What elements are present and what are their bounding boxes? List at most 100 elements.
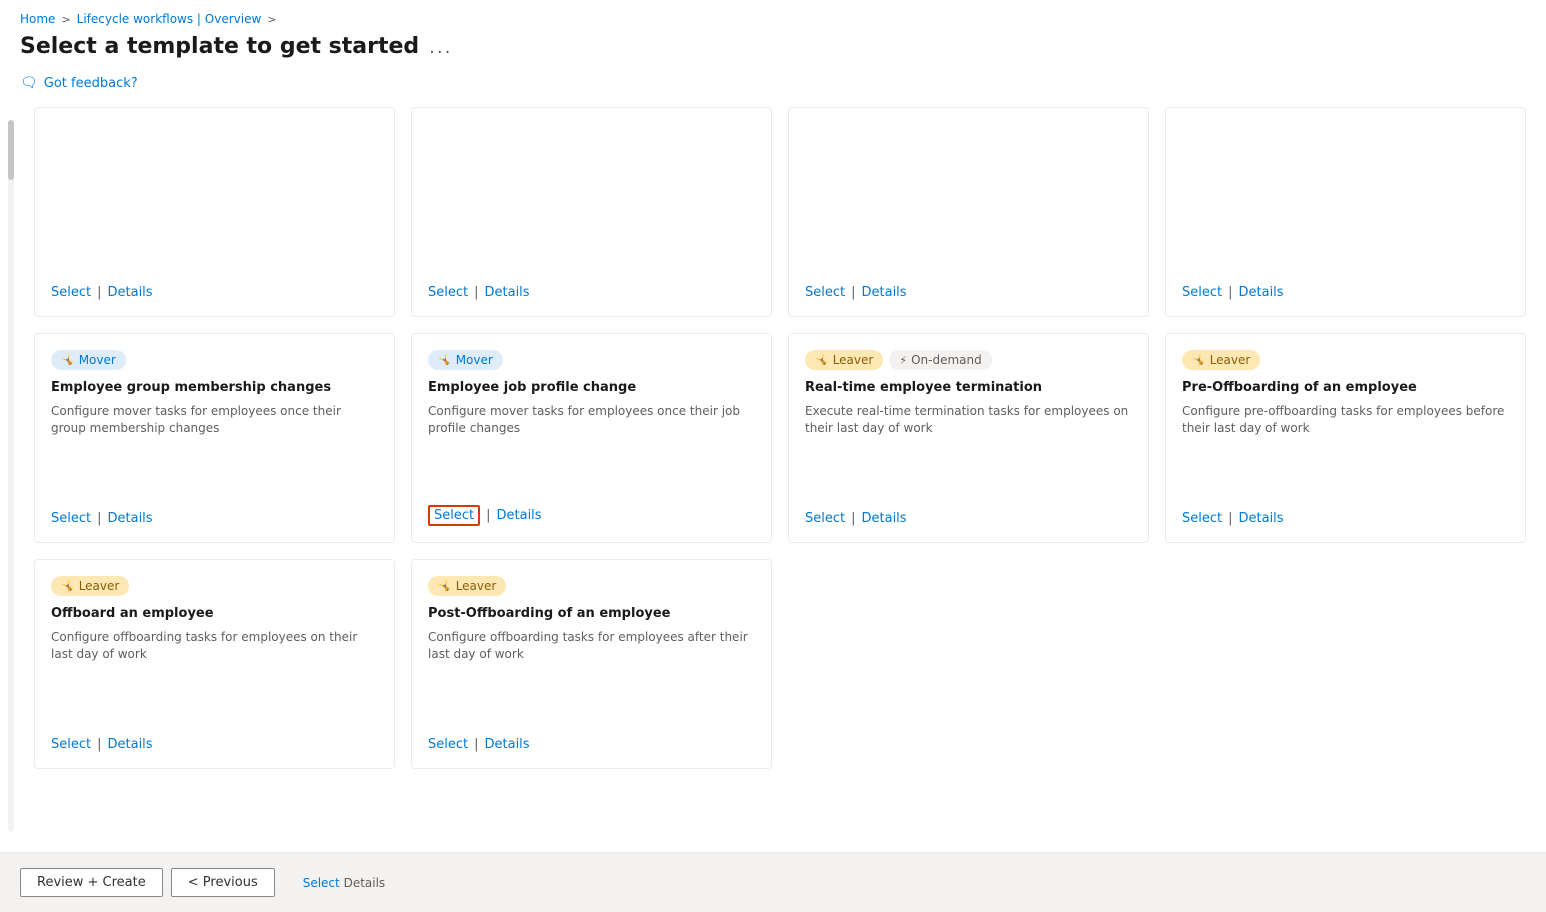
leaver-icon-9: 🤸 bbox=[61, 580, 75, 593]
card-6-select[interactable]: Select bbox=[428, 505, 480, 526]
more-options-button[interactable]: ... bbox=[429, 37, 452, 58]
card-5-actions: Select | Details bbox=[51, 501, 378, 526]
card-3-desc bbox=[805, 142, 1132, 259]
card-10-actions: Select | Details bbox=[428, 727, 755, 752]
page-title: Select a template to get started bbox=[20, 34, 419, 59]
card-6-tags: 🤸 Mover bbox=[428, 350, 755, 370]
leaver-icon-7: 🤸 bbox=[815, 354, 829, 367]
card-9-title: Offboard an employee bbox=[51, 606, 378, 621]
card-3-details[interactable]: Details bbox=[862, 285, 907, 300]
card-10-details[interactable]: Details bbox=[485, 737, 530, 752]
scroll-track[interactable] bbox=[8, 120, 14, 832]
card-2-details[interactable]: Details bbox=[485, 285, 530, 300]
card-8-select[interactable]: Select bbox=[1182, 511, 1222, 526]
card-8-actions: Select | Details bbox=[1182, 501, 1509, 526]
card-2-select[interactable]: Select bbox=[428, 285, 468, 300]
tag-leaver-9: 🤸 Leaver bbox=[51, 576, 129, 596]
ondemand-icon-7: ⚡ bbox=[899, 354, 907, 367]
template-card-post-offboard: 🤸 Leaver Post-Offboarding of an employee… bbox=[411, 559, 772, 769]
card-8-title: Pre-Offboarding of an employee bbox=[1182, 380, 1509, 395]
tag-mover-5: 🤸 Mover bbox=[51, 350, 126, 370]
card-8-desc: Configure pre-offboarding tasks for empl… bbox=[1182, 403, 1509, 485]
card-6-details[interactable]: Details bbox=[497, 508, 542, 523]
feedback-label: Got feedback? bbox=[44, 76, 138, 91]
card-4-desc bbox=[1182, 142, 1509, 259]
step-label: Select Details bbox=[303, 876, 385, 890]
card-7-actions: Select | Details bbox=[805, 501, 1132, 526]
card-2-actions: Select | Details bbox=[428, 275, 755, 300]
card-8-details[interactable]: Details bbox=[1239, 511, 1284, 526]
breadcrumb-sep-2: > bbox=[267, 13, 276, 26]
mover-icon-6: 🤸 bbox=[438, 354, 452, 367]
card-5-title: Employee group membership changes bbox=[51, 380, 378, 395]
cards-container: Select | Details Select | Details bbox=[14, 107, 1546, 769]
card-3-actions: Select | Details bbox=[805, 275, 1132, 300]
step-label-select: Select bbox=[303, 876, 340, 890]
tag-mover-6: 🤸 Mover bbox=[428, 350, 503, 370]
template-card-1: Select | Details bbox=[34, 107, 395, 317]
card-3-select[interactable]: Select bbox=[805, 285, 845, 300]
page-title-row: Select a template to get started ... bbox=[0, 30, 1546, 71]
previous-button[interactable]: < Previous bbox=[171, 868, 275, 897]
tag-leaver-10: 🤸 Leaver bbox=[428, 576, 506, 596]
card-9-select[interactable]: Select bbox=[51, 737, 91, 752]
card-2-desc bbox=[428, 142, 755, 259]
card-6-title: Employee job profile change bbox=[428, 380, 755, 395]
card-10-desc: Configure offboarding tasks for employee… bbox=[428, 629, 755, 711]
breadcrumb: Home > Lifecycle workflows | Overview > bbox=[0, 0, 1546, 30]
card-1-actions: Select | Details bbox=[51, 275, 378, 300]
card-5-desc: Configure mover tasks for employees once… bbox=[51, 403, 378, 485]
cards-row-3: 🤸 Leaver Offboard an employee Configure … bbox=[34, 559, 1526, 769]
card-7-title: Real-time employee termination bbox=[805, 380, 1132, 395]
empty-placeholder-2 bbox=[1165, 559, 1526, 769]
card-10-select[interactable]: Select bbox=[428, 737, 468, 752]
card-10-tags: 🤸 Leaver bbox=[428, 576, 755, 596]
empty-placeholder-1 bbox=[788, 559, 1149, 769]
card-5-tags: 🤸 Mover bbox=[51, 350, 378, 370]
breadcrumb-lifecycle[interactable]: Lifecycle workflows | Overview bbox=[77, 12, 262, 26]
leaver-icon-8: 🤸 bbox=[1192, 354, 1206, 367]
template-card-2: Select | Details bbox=[411, 107, 772, 317]
template-card-pre-offboard: 🤸 Leaver Pre-Offboarding of an employee … bbox=[1165, 333, 1526, 543]
card-9-desc: Configure offboarding tasks for employee… bbox=[51, 629, 378, 711]
review-create-button[interactable]: Review + Create bbox=[20, 868, 163, 897]
tag-leaver-7: 🤸 Leaver bbox=[805, 350, 883, 370]
card-4-select[interactable]: Select bbox=[1182, 285, 1222, 300]
tag-leaver-8: 🤸 Leaver bbox=[1182, 350, 1260, 370]
card-9-details[interactable]: Details bbox=[108, 737, 153, 752]
scroll-thumb bbox=[8, 120, 14, 180]
card-10-title: Post-Offboarding of an employee bbox=[428, 606, 755, 621]
breadcrumb-home[interactable]: Home bbox=[20, 12, 55, 26]
card-6-desc: Configure mover tasks for employees once… bbox=[428, 403, 755, 479]
breadcrumb-sep-1: > bbox=[61, 13, 70, 26]
mover-icon-5: 🤸 bbox=[61, 354, 75, 367]
template-card-4: Select | Details bbox=[1165, 107, 1526, 317]
card-9-tags: 🤸 Leaver bbox=[51, 576, 378, 596]
cards-row-1: Select | Details Select | Details bbox=[34, 107, 1526, 317]
template-card-offboard: 🤸 Leaver Offboard an employee Configure … bbox=[34, 559, 395, 769]
template-card-3: Select | Details bbox=[788, 107, 1149, 317]
card-7-desc: Execute real-time termination tasks for … bbox=[805, 403, 1132, 485]
template-card-job-profile: 🤸 Mover Employee job profile change Conf… bbox=[411, 333, 772, 543]
card-7-details[interactable]: Details bbox=[862, 511, 907, 526]
leaver-icon-10: 🤸 bbox=[438, 580, 452, 593]
feedback-icon: 🗨 bbox=[20, 75, 38, 91]
card-8-tags: 🤸 Leaver bbox=[1182, 350, 1509, 370]
card-9-actions: Select | Details bbox=[51, 727, 378, 752]
cards-row-2: 🤸 Mover Employee group membership change… bbox=[34, 333, 1526, 543]
card-5-details[interactable]: Details bbox=[108, 511, 153, 526]
tag-ondemand-7: ⚡ On-demand bbox=[889, 350, 991, 370]
template-card-employee-group: 🤸 Mover Employee group membership change… bbox=[34, 333, 395, 543]
feedback-row[interactable]: 🗨 Got feedback? bbox=[0, 71, 1546, 107]
card-5-select[interactable]: Select bbox=[51, 511, 91, 526]
card-1-desc bbox=[51, 142, 378, 259]
card-1-select[interactable]: Select bbox=[51, 285, 91, 300]
card-7-select[interactable]: Select bbox=[805, 511, 845, 526]
bottom-bar: Review + Create < Previous Select Detail… bbox=[0, 852, 1546, 912]
template-card-realtime-termination: 🤸 Leaver ⚡ On-demand Real-time employee … bbox=[788, 333, 1149, 543]
card-7-tags: 🤸 Leaver ⚡ On-demand bbox=[805, 350, 1132, 370]
card-4-actions: Select | Details bbox=[1182, 275, 1509, 300]
card-1-details[interactable]: Details bbox=[108, 285, 153, 300]
card-6-actions: Select | Details bbox=[428, 495, 755, 526]
card-4-details[interactable]: Details bbox=[1239, 285, 1284, 300]
